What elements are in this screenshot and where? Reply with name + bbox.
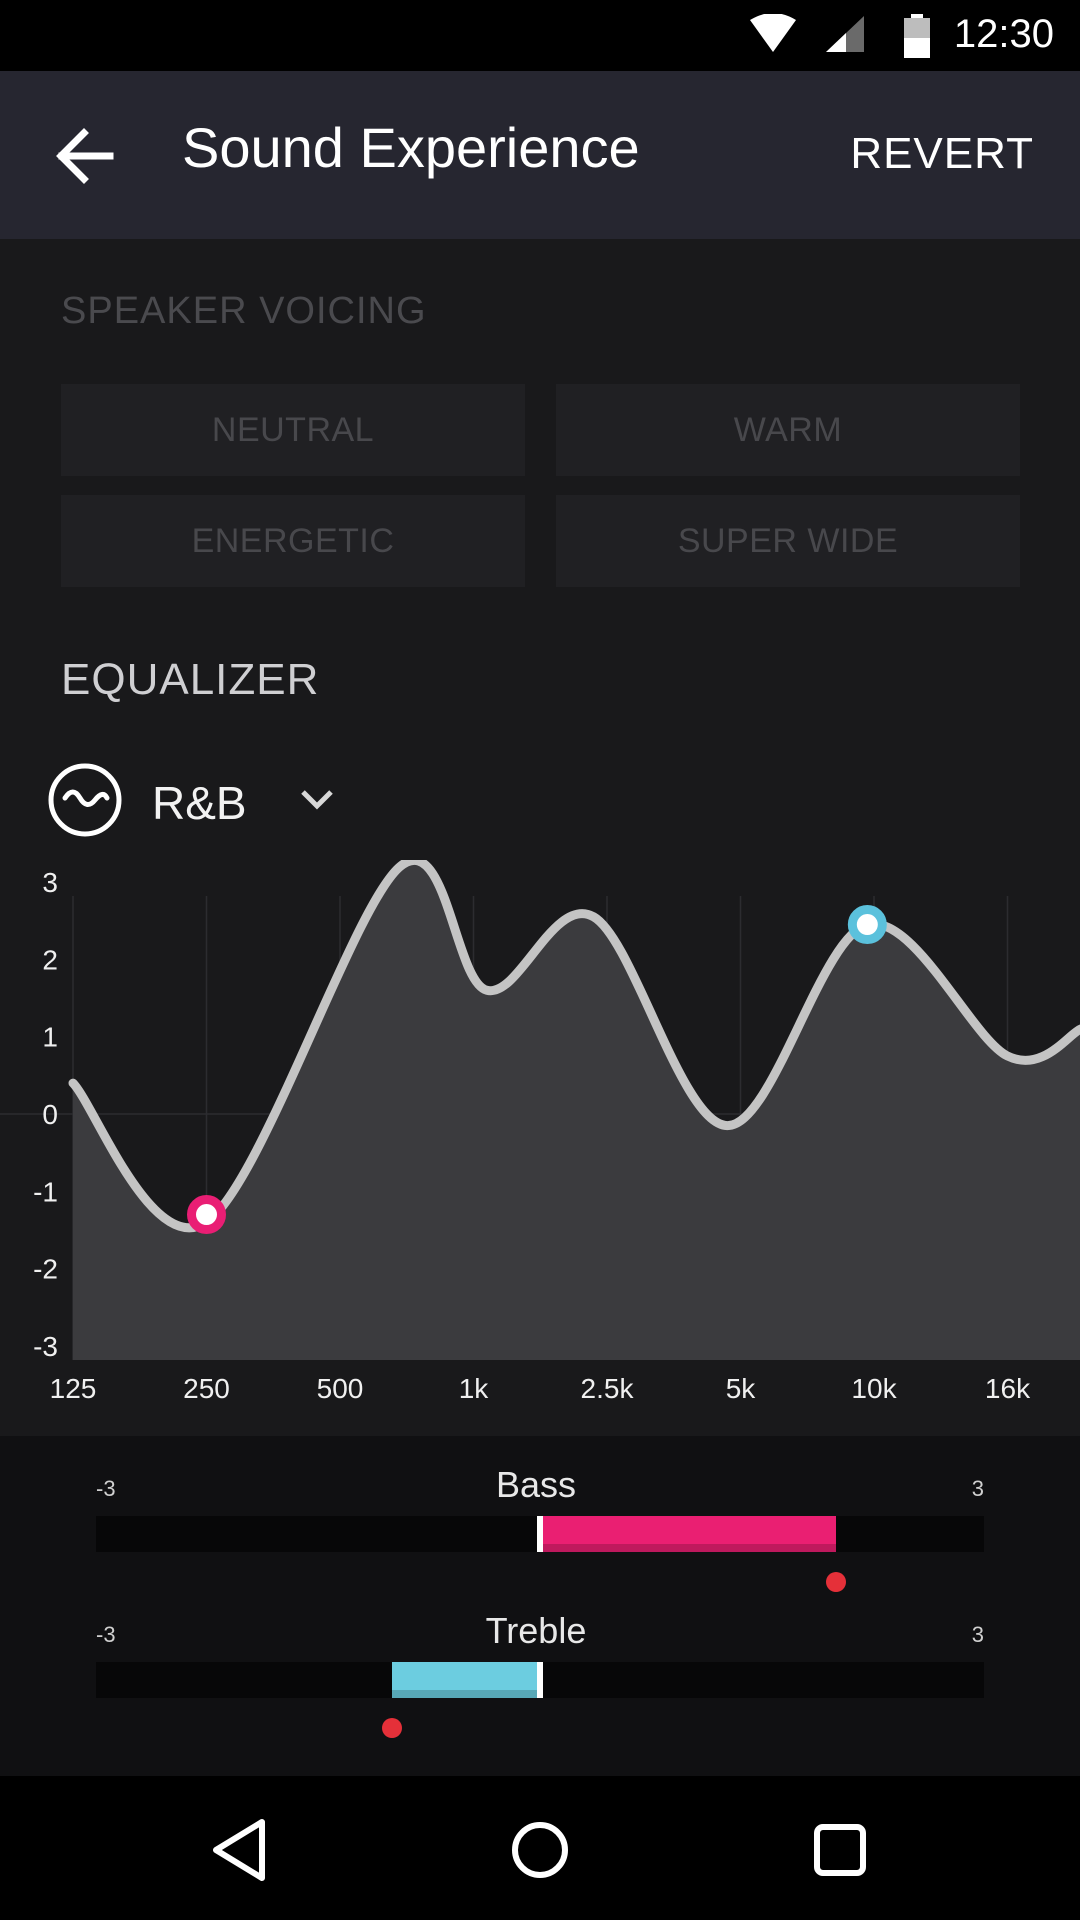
speaker-voicing-header: SPEAKER VOICING: [61, 290, 427, 332]
equalizer-chart[interactable]: 3 2 1 0 -1 -2 -3 125 250 500 1k 2.5k 5k 10k 16k: [0, 860, 1080, 1420]
x-tick-label: 10k: [851, 1373, 897, 1404]
bass-fill: [540, 1516, 836, 1552]
bass-track[interactable]: [96, 1516, 984, 1552]
bass-max-label: 3: [971, 1476, 984, 1501]
eq-handle-low[interactable]: [187, 1195, 226, 1235]
navigation-bar: [0, 1776, 1080, 1920]
y-tick-label: -1: [33, 1176, 58, 1207]
y-tick-label: 0: [42, 1099, 58, 1130]
revert-button[interactable]: REVERT: [850, 129, 1034, 179]
treble-center-mark: [537, 1662, 543, 1698]
x-tick-label: 125: [50, 1373, 97, 1404]
voicing-super-wide-button[interactable]: SUPER WIDE: [556, 495, 1020, 587]
clock: 12:30: [953, 12, 1054, 56]
x-tick-label: 500: [317, 1373, 364, 1404]
treble-max-label: 3: [971, 1622, 984, 1647]
eq-handle-high[interactable]: [847, 905, 887, 945]
arrow-left-icon[interactable]: [50, 121, 120, 191]
treble-track[interactable]: [96, 1662, 984, 1698]
home-circle-icon[interactable]: [500, 1810, 580, 1890]
x-tick-label: 16k: [985, 1373, 1031, 1404]
bass-target-dot[interactable]: [826, 1572, 846, 1592]
treble-target-dot[interactable]: [382, 1718, 402, 1738]
y-tick-label: 2: [42, 944, 58, 975]
y-tick-label: -2: [33, 1254, 58, 1285]
equalizer-header: EQUALIZER: [61, 655, 320, 704]
bass-label: Bass: [495, 1464, 577, 1505]
y-tick-label: -3: [33, 1331, 58, 1362]
tone-panel: -3 Bass 3 -3 Treble 3: [0, 1436, 1080, 1776]
treble-fill: [392, 1662, 540, 1698]
wifi-icon: [750, 14, 796, 52]
preset-selector[interactable]: R&B: [47, 762, 367, 842]
page-title: Sound Experience: [182, 116, 640, 179]
voicing-warm-button[interactable]: WARM: [556, 384, 1020, 476]
status-bar: 12:30: [0, 0, 1080, 71]
treble-label: Treble: [485, 1610, 587, 1651]
y-tick-label: 1: [42, 1022, 58, 1053]
x-tick-label: 5k: [726, 1373, 757, 1404]
x-tick-label: 250: [183, 1373, 230, 1404]
wave-circle-icon: [48, 763, 122, 837]
y-tick-label: 3: [42, 867, 58, 898]
app-bar: Sound Experience REVERT: [0, 71, 1080, 239]
voicing-neutral-button[interactable]: NEUTRAL: [61, 384, 525, 476]
back-triangle-icon[interactable]: [202, 1810, 282, 1890]
x-tick-label: 2.5k: [581, 1373, 635, 1404]
x-tick-label: 1k: [459, 1373, 490, 1404]
preset-label: R&B: [152, 777, 247, 829]
recents-square-icon[interactable]: [800, 1810, 880, 1890]
chevron-down-icon[interactable]: [297, 780, 337, 820]
equalizer-curve-area: [73, 860, 1080, 1360]
cell-signal-icon: [826, 16, 864, 52]
battery-icon: [904, 14, 930, 58]
bass-center-mark: [537, 1516, 543, 1552]
voicing-energetic-button[interactable]: ENERGETIC: [61, 495, 525, 587]
